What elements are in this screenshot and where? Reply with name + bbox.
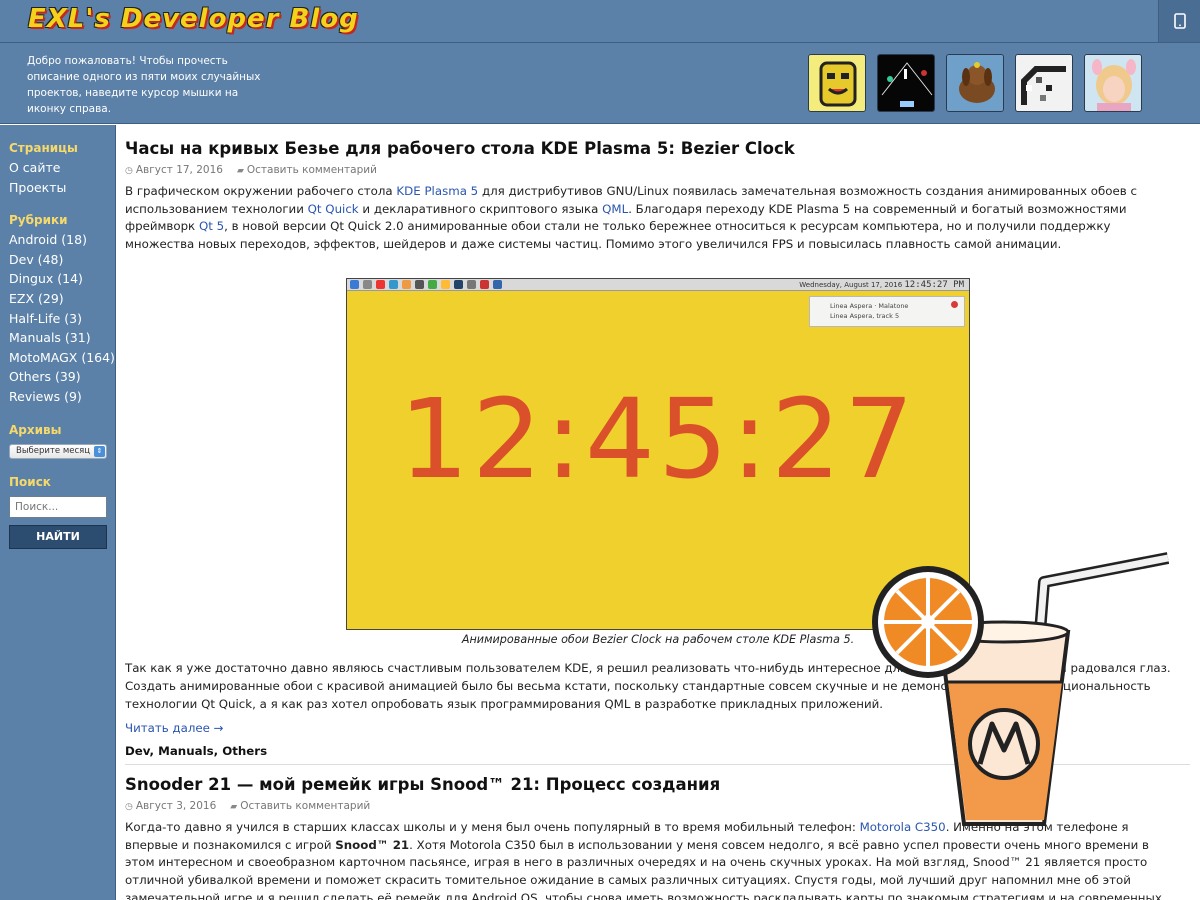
category-half-life[interactable]: Half-Life (3) bbox=[9, 309, 115, 329]
clock-icon: ◷ bbox=[125, 166, 133, 176]
category-reviews[interactable]: Reviews (9) bbox=[9, 387, 115, 407]
category-android[interactable]: Android (18) bbox=[9, 230, 115, 250]
post-date[interactable]: ◷ Август 17, 2016 bbox=[125, 163, 223, 178]
notification-popup: Linea Aspera · Malatone Linea Aspera, tr… bbox=[809, 296, 965, 328]
app-icon bbox=[376, 280, 385, 290]
site-logo[interactable]: EXL's Developer Blog bbox=[28, 4, 359, 40]
project-thumbnails bbox=[808, 54, 1142, 112]
taskbar-tray: Wednesday, August 17, 2016 12:45:27 PM bbox=[799, 279, 964, 291]
welcome-text: Добро пожаловать! Чтобы прочесть описани… bbox=[27, 55, 261, 115]
sidebar: Страницы О сайте Проекты Рубрики Android… bbox=[0, 125, 116, 900]
app-icon bbox=[363, 280, 372, 290]
app-icon bbox=[389, 280, 398, 290]
space-game-thumbnail[interactable] bbox=[877, 54, 935, 112]
kde-taskbar: Wednesday, August 17, 2016 12:45:27 PM bbox=[347, 279, 969, 292]
post-date-text: Август 17, 2016 bbox=[135, 164, 223, 176]
sidebar-item-about[interactable]: О сайте bbox=[9, 158, 115, 178]
app-icon bbox=[428, 280, 437, 290]
search-button[interactable]: НАЙТИ bbox=[9, 524, 107, 549]
search-heading: Поиск bbox=[9, 474, 51, 489]
post-comment-text: Оставить комментарий bbox=[246, 164, 377, 176]
app-icon bbox=[402, 280, 411, 290]
motorola-juice-glass-icon[interactable] bbox=[868, 552, 1180, 842]
text: и декларативного скриптового языка bbox=[358, 201, 603, 216]
header-divider bbox=[0, 42, 1200, 43]
yellow-mask-thumbnail[interactable] bbox=[808, 54, 866, 112]
app-icon bbox=[480, 280, 489, 290]
app-icon bbox=[441, 280, 450, 290]
taskbar-icons bbox=[350, 280, 502, 290]
archives-month-select[interactable]: Выберите месяц ⇕ bbox=[9, 443, 107, 459]
site-header: EXL's Developer Blog Добро пожаловать! Ч… bbox=[0, 0, 1200, 124]
bezier-clock-digits: 12:45:27 bbox=[398, 375, 918, 504]
archives-heading: Архивы bbox=[9, 422, 62, 437]
archives-select-value: Выберите месяц bbox=[16, 445, 91, 456]
app-icon bbox=[467, 280, 476, 290]
search-input[interactable]: Поиск... bbox=[9, 495, 107, 518]
comment-icon: ▰ bbox=[230, 802, 238, 813]
clock-icon: ◷ bbox=[125, 802, 133, 813]
taskbar-date: Wednesday, August 17, 2016 bbox=[799, 281, 903, 290]
category-dingux[interactable]: Dingux (14) bbox=[9, 269, 115, 289]
post-date-text: Август 3, 2016 bbox=[135, 800, 217, 813]
mobile-menu-button[interactable] bbox=[1158, 0, 1200, 42]
link-qml[interactable]: QML bbox=[602, 202, 628, 216]
category-ezx[interactable]: EZX (29) bbox=[9, 289, 115, 309]
taskbar-time: 12:45:27 PM bbox=[904, 280, 964, 291]
post-meta: ◷ Август 17, 2016 ▰ Оставить комментарий bbox=[125, 163, 1190, 178]
app-icon bbox=[415, 280, 424, 290]
link-qt5[interactable]: Qt 5 bbox=[199, 219, 224, 233]
categories-heading: Рубрики bbox=[9, 213, 68, 228]
sidebar-item-projects[interactable]: Проекты bbox=[9, 178, 115, 198]
post-comment-text: Оставить комментарий bbox=[240, 800, 371, 813]
post-comment-link[interactable]: ▰ Оставить комментарий bbox=[237, 163, 377, 178]
post-paragraph: В графическом окружении рабочего стола K… bbox=[125, 183, 1173, 253]
post-date[interactable]: ◷ Август 3, 2016 bbox=[125, 799, 216, 814]
category-manuals[interactable]: Manuals (31) bbox=[9, 328, 115, 348]
link-qt-quick[interactable]: Qt Quick bbox=[308, 202, 359, 216]
app-icon bbox=[454, 280, 463, 290]
dog-thumbnail[interactable] bbox=[946, 54, 1004, 112]
chevron-updown-icon: ⇕ bbox=[94, 445, 105, 457]
post-title[interactable]: Часы на кривых Безье для рабочего стола … bbox=[125, 138, 1190, 160]
text: В графическом окружении рабочего стола bbox=[125, 184, 397, 198]
category-dev[interactable]: Dev (48) bbox=[9, 250, 115, 270]
category-motomagx[interactable]: MotoMAGX (164) bbox=[9, 348, 115, 368]
text: Когда-то давно я учился в старших класса… bbox=[125, 820, 860, 835]
comment-icon: ▰ bbox=[236, 166, 244, 176]
category-others[interactable]: Others (39) bbox=[9, 367, 115, 387]
girl-avatar-thumbnail[interactable] bbox=[1084, 54, 1142, 112]
notif-line1: Linea Aspera · Malatone bbox=[830, 302, 909, 311]
text: , в новой версии Qt Quick 2.0 анимирован… bbox=[125, 219, 1111, 251]
notif-line2: Linea Aspera, track 5 bbox=[830, 312, 900, 321]
link-kde-plasma[interactable]: KDE Plasma 5 bbox=[396, 184, 478, 198]
kde-menu-icon bbox=[350, 280, 359, 290]
app-icon bbox=[493, 280, 502, 290]
pixel-art-thumbnail[interactable] bbox=[1015, 54, 1073, 112]
bold-text: Snood™ 21 bbox=[335, 837, 410, 852]
mobile-device-icon bbox=[1173, 13, 1186, 29]
pages-heading: Страницы bbox=[9, 141, 78, 155]
post-comment-link[interactable]: ▰ Оставить комментарий bbox=[230, 799, 370, 814]
